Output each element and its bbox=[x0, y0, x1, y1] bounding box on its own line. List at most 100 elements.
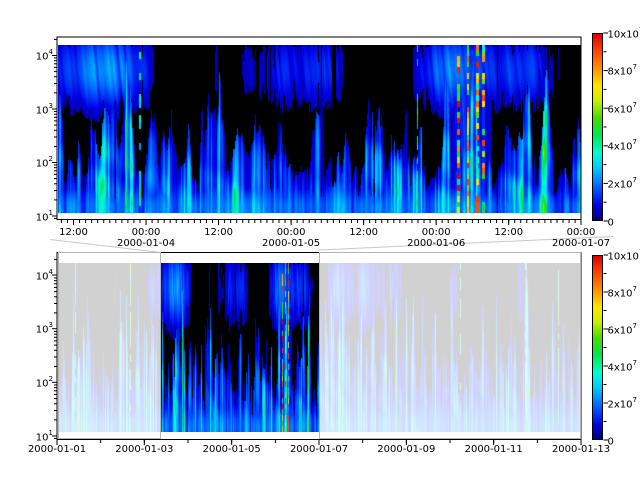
exponent: 7 bbox=[633, 396, 637, 404]
x-tick-date-label: 2000-01-01 bbox=[28, 444, 86, 455]
x-tick-time-label: 12:00 bbox=[204, 227, 233, 238]
x-tick-date-label: 2000-01-06 bbox=[407, 238, 465, 249]
label-text: 12:00 bbox=[494, 227, 523, 238]
label-text: 4x10 bbox=[608, 362, 633, 373]
x-tick-date-label: 2000-01-07 bbox=[290, 444, 348, 455]
y-tick-label: 103 bbox=[36, 104, 53, 116]
colorbar-tick-label: 8x107 bbox=[608, 287, 637, 299]
colorbar-tick-label: 10x107 bbox=[608, 250, 640, 262]
y-tick-label: 101 bbox=[36, 211, 53, 223]
x-tick-time-label: 12:00 bbox=[59, 227, 88, 238]
label-text: 10 bbox=[36, 271, 49, 282]
colorbar-tick-label: 2x107 bbox=[608, 178, 637, 190]
exponent: 7 bbox=[633, 138, 637, 146]
label-text: 10 bbox=[36, 105, 49, 116]
label-text: 2000-01-11 bbox=[465, 444, 523, 455]
exponent: 7 bbox=[633, 359, 637, 367]
x-tick-date-label: 2000-01-09 bbox=[377, 444, 435, 455]
colorbar-tick-label: 2x107 bbox=[608, 398, 637, 410]
exponent: 7 bbox=[633, 176, 637, 184]
label-text: 2000-01-09 bbox=[377, 444, 435, 455]
label-text: 10 bbox=[36, 158, 49, 169]
colorbar-tick-label: 6x107 bbox=[608, 324, 637, 336]
overview-selection-region[interactable] bbox=[161, 252, 319, 440]
colorbar-tick-label: 4x107 bbox=[608, 361, 637, 373]
x-tick-time-label: 12:00 bbox=[349, 227, 378, 238]
x-tick-time-label: 00:00 bbox=[567, 227, 596, 238]
exponent: 7 bbox=[633, 101, 637, 109]
label-text: 2000-01-06 bbox=[407, 238, 465, 249]
label-text: 10 bbox=[36, 212, 49, 223]
x-tick-date-label: 2000-01-04 bbox=[117, 238, 175, 249]
label-text: 10 bbox=[36, 378, 49, 389]
y-tick-label: 104 bbox=[36, 50, 53, 62]
label-text: 12:00 bbox=[204, 227, 233, 238]
exponent: 2 bbox=[49, 375, 53, 383]
colorbar-tick-label: 0 bbox=[608, 216, 614, 228]
label-text: 12:00 bbox=[59, 227, 88, 238]
x-tick-date-label: 2000-01-13 bbox=[552, 444, 610, 455]
label-text: 0 bbox=[608, 217, 614, 228]
x-tick-time-label: 00:00 bbox=[277, 227, 306, 238]
colorbar-tick-label: 0 bbox=[608, 435, 614, 447]
exponent: 3 bbox=[49, 321, 53, 329]
label-text: 10 bbox=[36, 325, 49, 336]
label-text: 00:00 bbox=[132, 227, 161, 238]
exponent: 4 bbox=[49, 48, 53, 56]
overview-dimmed-region-left[interactable] bbox=[58, 252, 162, 439]
x-tick-date-label: 2000-01-07 bbox=[552, 238, 610, 249]
label-text: 6x10 bbox=[608, 104, 633, 115]
x-tick-date-label: 2000-01-11 bbox=[465, 444, 523, 455]
spectrogram-figure: 12:0000:002000-01-0412:0000:002000-01-05… bbox=[0, 0, 640, 480]
label-text: 10x10 bbox=[608, 29, 639, 40]
colorbar-bottom bbox=[592, 255, 603, 440]
y-tick-label: 104 bbox=[36, 270, 53, 282]
label-text: 2x10 bbox=[608, 399, 633, 410]
colorbar-tick-label: 8x107 bbox=[608, 65, 637, 77]
x-tick-time-label: 00:00 bbox=[132, 227, 161, 238]
exponent: 7 bbox=[633, 285, 637, 293]
label-text: 2000-01-07 bbox=[552, 238, 610, 249]
exponent: 1 bbox=[49, 429, 53, 437]
label-text: 8x10 bbox=[608, 66, 633, 77]
label-text: 2000-01-05 bbox=[262, 238, 320, 249]
exponent: 7 bbox=[633, 322, 637, 330]
label-text: 4x10 bbox=[608, 142, 633, 153]
y-tick-label: 102 bbox=[36, 157, 53, 169]
label-text: 10 bbox=[36, 51, 49, 62]
label-text: 8x10 bbox=[608, 288, 633, 299]
x-tick-date-label: 2000-01-05 bbox=[203, 444, 261, 455]
y-tick-label: 102 bbox=[36, 377, 53, 389]
label-text: 2000-01-04 bbox=[117, 238, 175, 249]
colorbar-tick-label: 4x107 bbox=[608, 140, 637, 152]
exponent: 3 bbox=[49, 102, 53, 110]
label-text: 2000-01-13 bbox=[552, 444, 610, 455]
overview-dimmed-region-right[interactable] bbox=[319, 252, 581, 439]
label-text: 0 bbox=[608, 436, 614, 447]
label-text: 10x10 bbox=[608, 251, 639, 262]
x-tick-date-label: 2000-01-03 bbox=[115, 444, 173, 455]
label-text: 00:00 bbox=[422, 227, 451, 238]
label-text: 2000-01-05 bbox=[203, 444, 261, 455]
label-text: 2000-01-03 bbox=[115, 444, 173, 455]
label-text: 2x10 bbox=[608, 179, 633, 190]
colorbar-tick-label: 6x107 bbox=[608, 103, 637, 115]
label-text: 2000-01-01 bbox=[28, 444, 86, 455]
colorbar-tick-label: 10x107 bbox=[608, 28, 640, 40]
label-text: 00:00 bbox=[567, 227, 596, 238]
label-text: 2000-01-07 bbox=[290, 444, 348, 455]
label-text: 12:00 bbox=[349, 227, 378, 238]
colorbar-top bbox=[592, 33, 603, 221]
zoom-spectrogram-plot[interactable] bbox=[58, 45, 581, 213]
exponent: 2 bbox=[49, 155, 53, 163]
x-tick-date-label: 2000-01-05 bbox=[262, 238, 320, 249]
label-text: 00:00 bbox=[277, 227, 306, 238]
exponent: 4 bbox=[49, 268, 53, 276]
exponent: 7 bbox=[633, 63, 637, 71]
label-text: 10 bbox=[36, 432, 49, 443]
x-tick-time-label: 12:00 bbox=[494, 227, 523, 238]
y-tick-label: 101 bbox=[36, 431, 53, 443]
y-tick-label: 103 bbox=[36, 323, 53, 335]
label-text: 6x10 bbox=[608, 325, 633, 336]
exponent: 1 bbox=[49, 209, 53, 217]
